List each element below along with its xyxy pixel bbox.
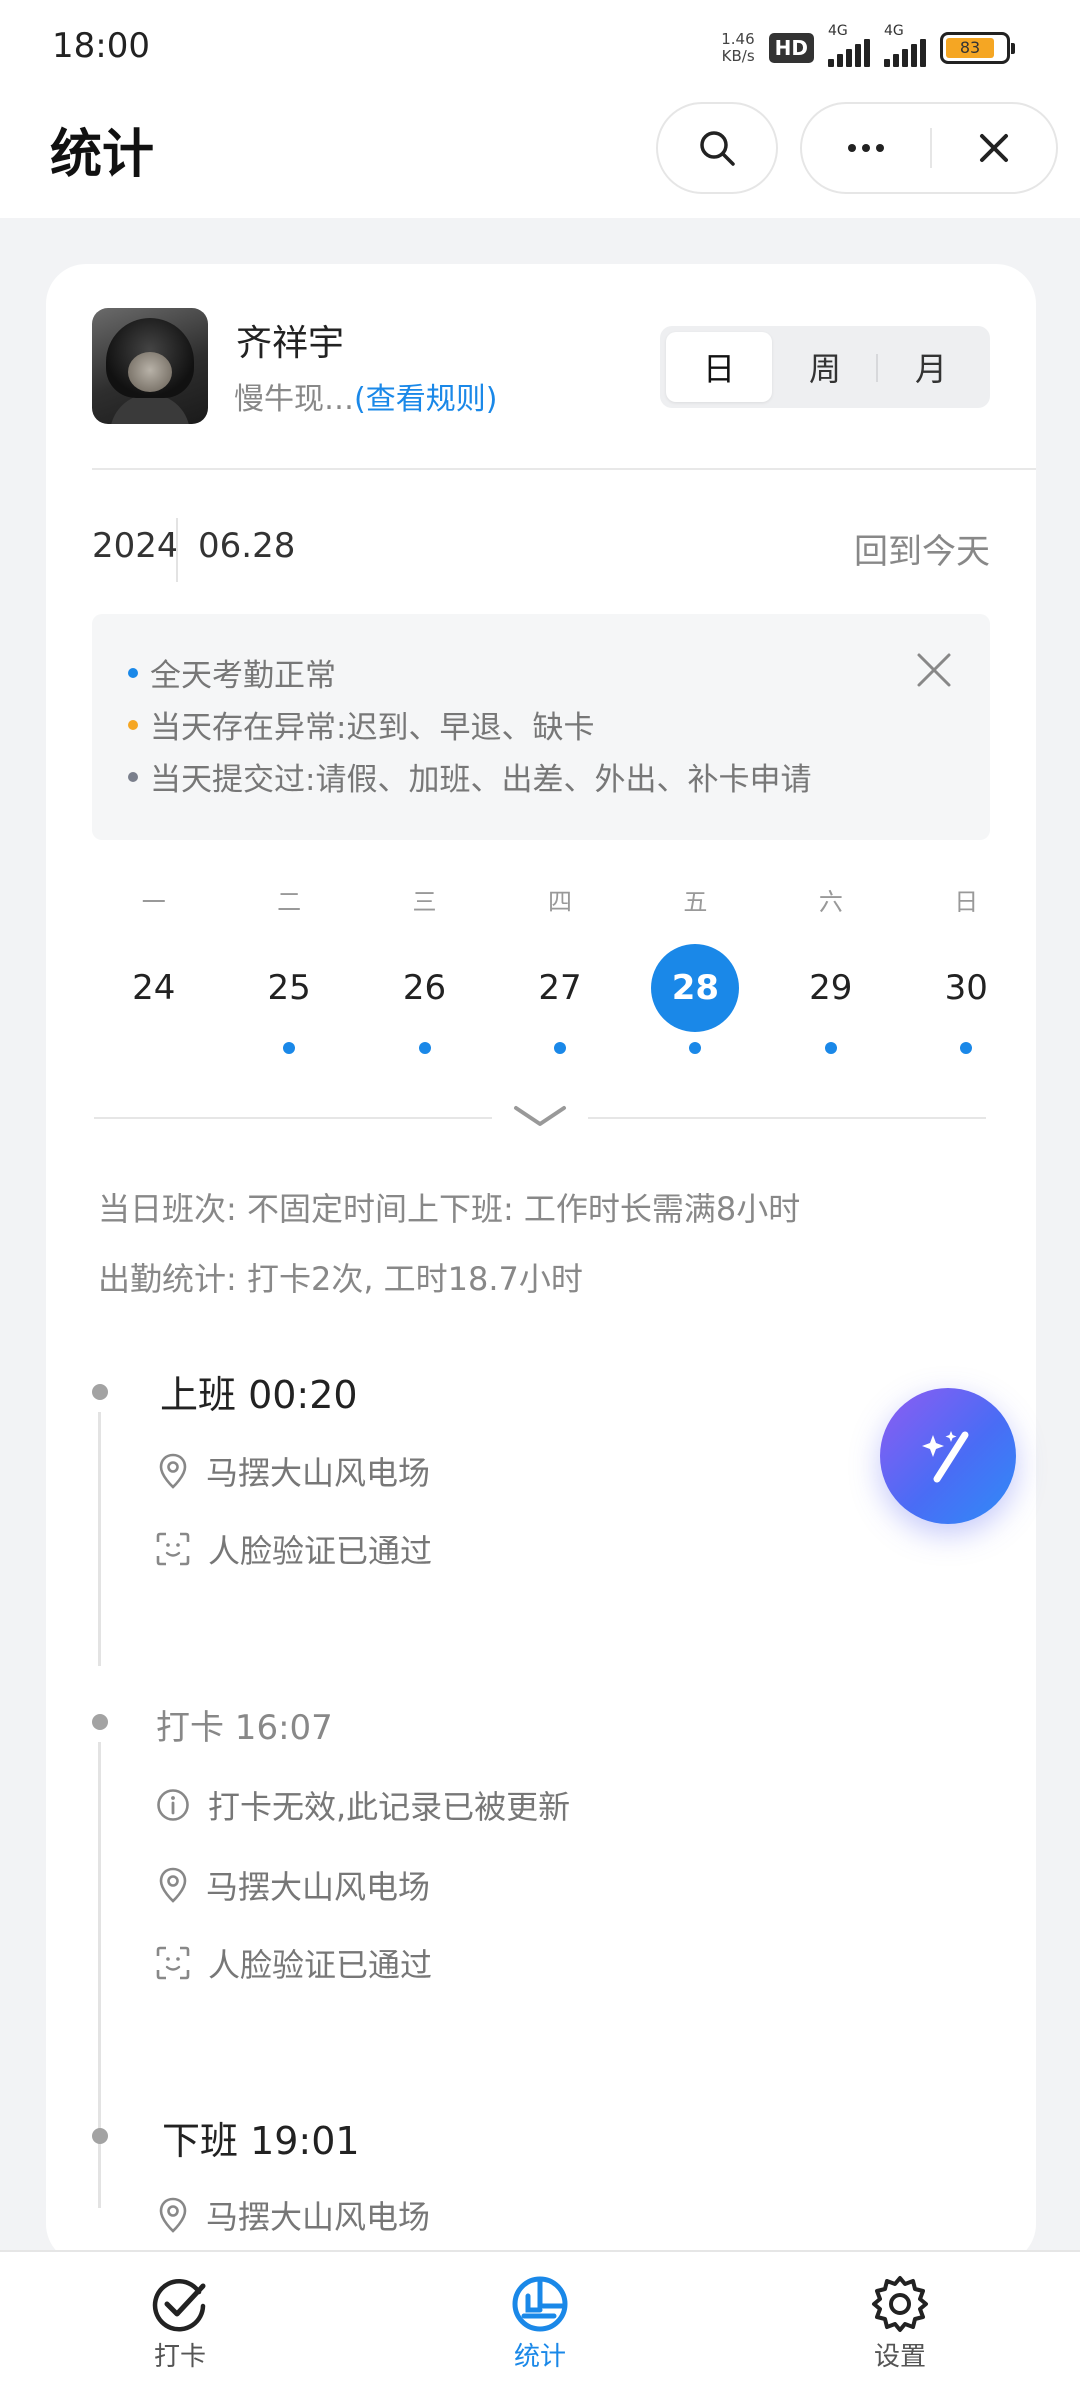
status-time: 18:00 <box>52 26 150 66</box>
clock-in-title: 上班 00:20 <box>160 1373 358 1417</box>
day-cell[interactable]: 29 <box>763 944 898 1054</box>
day-cell[interactable]: 24 <box>86 944 221 1054</box>
back-to-today-button[interactable]: 回到今天 <box>854 524 990 573</box>
weekday-label: 日 <box>954 888 979 916</box>
signal-icon-2: 4G <box>884 23 926 67</box>
weekday-label: 三 <box>412 888 437 916</box>
user-name: 齐祥宇 <box>236 323 345 364</box>
weekday-label: 六 <box>818 888 843 916</box>
normal-day-dot <box>689 1042 702 1054</box>
nav-item-settings[interactable]: 设置 <box>820 2274 980 2373</box>
stats-icon <box>512 2276 568 2332</box>
magic-wand-icon <box>922 1431 969 1483</box>
weekday-label: 二 <box>277 888 302 916</box>
search-icon <box>700 131 735 166</box>
attendance-card: 齐祥宇 慢牛现…(查看规则) 日 周 月 2024 06.28 回到今天 全天考… <box>46 264 1036 2264</box>
close-icon <box>980 134 1008 162</box>
legend-dot-orange <box>128 719 138 730</box>
legend-dot-gray <box>128 771 138 782</box>
signal-icon: 4G <box>828 23 870 67</box>
page-header: 统计 <box>0 92 1080 218</box>
day-cell[interactable]: 25 <box>221 944 356 1054</box>
battery-level: 83 <box>946 38 995 58</box>
normal-day-dot <box>824 1042 837 1054</box>
face-verify-row: 人脸验证已通过 <box>156 1526 432 1572</box>
search-button[interactable] <box>656 102 778 194</box>
day-cell[interactable]: 27 <box>492 944 627 1054</box>
day-cell-selected[interactable]: 28 <box>628 944 763 1054</box>
weekday-label: 五 <box>683 888 708 916</box>
timeline-dot <box>92 1384 108 1400</box>
attendance-stats: 出勤统计: 打卡2次, 工时18.7小时 <box>98 1260 583 1298</box>
day-cell[interactable]: 26 <box>357 944 492 1054</box>
location-row: 马摆大山风电场 <box>158 2192 430 2238</box>
view-rules-link[interactable]: (查看规则) <box>354 382 497 417</box>
date-label[interactable]: 06.28 <box>198 526 295 566</box>
weekday-label: 一 <box>141 888 166 916</box>
nav-item-checkin[interactable]: 打卡 <box>100 2274 260 2373</box>
legend-panel: 全天考勤正常 当天存在异常:迟到、早退、缺卡 当天提交过:请假、加班、出差、外出… <box>92 614 990 840</box>
chevron-down-icon[interactable] <box>512 1102 568 1132</box>
close-button[interactable] <box>932 104 1056 192</box>
legend-item: 当天提交过:请假、加班、出差、外出、补卡申请 <box>128 754 811 799</box>
avatar[interactable] <box>92 308 208 424</box>
clock-out-title: 下班 19:01 <box>162 2119 360 2163</box>
rule-summary: 慢牛现…(查看规则) <box>234 382 498 417</box>
gear-icon <box>872 2276 928 2332</box>
legend-dot-blue <box>128 667 138 678</box>
shift-info: 当日班次: 不固定时间上下班: 工作时长需满8小时 <box>98 1190 801 1228</box>
location-pin-icon <box>159 1453 187 1489</box>
tab-week[interactable]: 周 <box>772 332 878 402</box>
location-pin-icon <box>159 1867 187 1903</box>
net-speed: 1.46 KB/s <box>721 30 755 65</box>
battery-icon: 83 <box>940 32 1015 64</box>
divider <box>92 468 1036 470</box>
location-pin-icon <box>159 2197 187 2233</box>
tab-day[interactable]: 日 <box>666 332 772 402</box>
year-label[interactable]: 2024 <box>92 526 179 566</box>
timeline-dot <box>92 1714 108 1730</box>
location-row: 马摆大山风电场 <box>158 1862 430 1908</box>
status-bar: 18:00 1.46 KB/s HD 4G 4G 83 <box>0 0 1080 92</box>
normal-day-dot <box>418 1042 431 1054</box>
ai-assistant-button[interactable] <box>880 1388 1016 1524</box>
status-indicators: 1.46 KB/s HD 4G 4G 83 <box>721 23 1015 70</box>
normal-day-dot <box>960 1042 973 1054</box>
mini-program-capsule <box>800 102 1058 194</box>
weekday-label: 四 <box>547 888 572 916</box>
tab-month[interactable]: 月 <box>878 332 984 402</box>
face-scan-icon <box>156 1946 190 1980</box>
punch-title: 打卡 16:07 <box>156 1708 333 1748</box>
timeline-line <box>98 1412 101 1666</box>
normal-day-dot <box>283 1042 296 1054</box>
bottom-nav: 打卡 统计 设置 <box>0 2250 1080 2400</box>
face-verify-row: 人脸验证已通过 <box>156 1940 432 1986</box>
hd-badge: HD <box>768 33 814 63</box>
normal-day-dot <box>553 1042 566 1054</box>
more-dot-icon <box>848 144 856 152</box>
nav-item-stats[interactable]: 统计 <box>460 2274 620 2373</box>
day-cell[interactable]: 30 <box>899 944 1034 1054</box>
check-icon <box>152 2279 206 2332</box>
week-days: 24 25 26 27 28 29 30 <box>86 944 1034 1054</box>
timeline-dot <box>92 2128 108 2144</box>
location-row: 马摆大山风电场 <box>158 1448 430 1494</box>
more-button[interactable] <box>802 104 930 192</box>
period-toggle: 日 周 月 <box>660 326 990 408</box>
legend-item: 当天存在异常:迟到、早退、缺卡 <box>128 702 594 747</box>
page-title: 统计 <box>50 125 155 185</box>
legend-close-icon[interactable] <box>916 652 952 688</box>
weekday-header: 一 二 三 四 五 六 日 <box>86 882 1034 917</box>
info-icon <box>157 1789 189 1821</box>
face-scan-icon <box>156 1532 190 1566</box>
legend-item: 全天考勤正常 <box>128 650 336 695</box>
invalid-note-row: 打卡无效,此记录已被更新 <box>156 1782 570 1828</box>
